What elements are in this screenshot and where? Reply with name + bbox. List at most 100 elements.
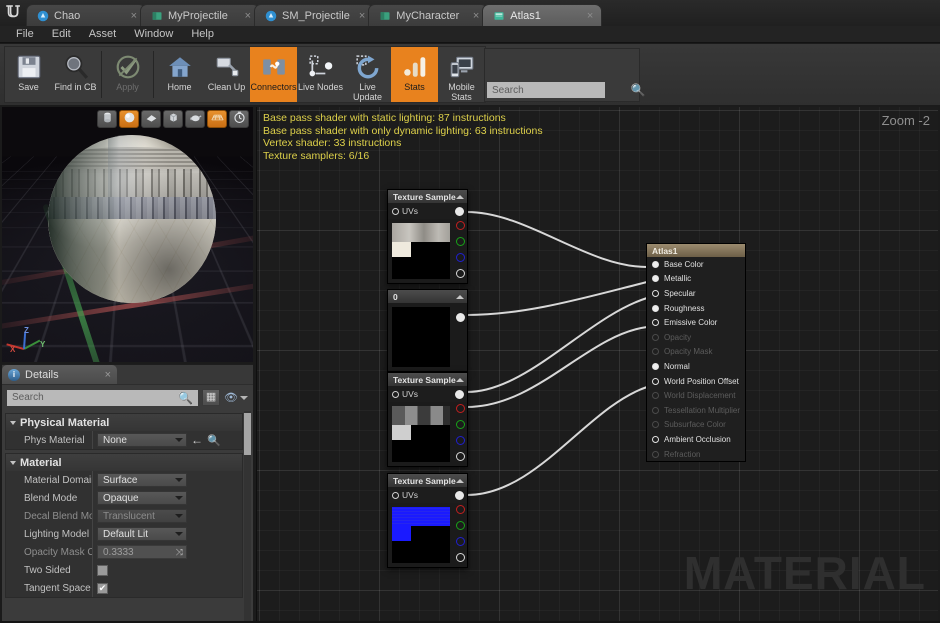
node-texture-thumbnail[interactable]: [392, 307, 450, 367]
spinner-icon[interactable]: ⤨: [176, 547, 183, 558]
realtime-toggle-button[interactable]: [229, 110, 249, 128]
toolbar-button-apply[interactable]: Apply: [104, 47, 151, 102]
search-input[interactable]: Search: [487, 82, 605, 98]
grid-toggle-button[interactable]: [207, 110, 227, 128]
tab-myprojectile[interactable]: MyProjectile ×: [140, 4, 260, 26]
eye-icon[interactable]: 👁: [224, 391, 238, 404]
output-pin-b[interactable]: [455, 436, 465, 445]
input-pin[interactable]: [652, 348, 659, 356]
toolbar-button-home[interactable]: Home: [156, 47, 203, 102]
material-input-emissive-color[interactable]: Emissive Color: [647, 315, 745, 330]
toolbar-button-clean-up[interactable]: Clean Up: [203, 47, 250, 102]
menu-item-window[interactable]: Window: [126, 27, 181, 41]
search-icon[interactable]: 🔍: [178, 391, 193, 405]
tab-close-icon[interactable]: ×: [583, 10, 593, 22]
input-pin[interactable]: [652, 333, 659, 341]
collapse-icon[interactable]: [456, 294, 464, 299]
output-pin-a[interactable]: [455, 269, 465, 278]
uv-input-pin[interactable]: [392, 207, 399, 215]
output-pin-a[interactable]: [455, 553, 465, 562]
plane-preview-button[interactable]: [141, 110, 161, 128]
node-header[interactable]: 0: [388, 290, 467, 303]
input-pin[interactable]: [652, 392, 659, 400]
section-header[interactable]: Physical Material: [6, 414, 242, 431]
uv-input-pin[interactable]: [392, 390, 399, 398]
toolbar-button-live-nodes[interactable]: Live Nodes: [297, 47, 344, 102]
output-pin-g[interactable]: [455, 237, 465, 246]
details-search-input[interactable]: Search 🔍: [7, 389, 199, 406]
material-input-opacity[interactable]: Opacity: [647, 330, 745, 345]
material-input-base-color[interactable]: Base Color: [647, 257, 745, 272]
chevron-down-icon[interactable]: [10, 460, 16, 465]
output-pin-rgb[interactable]: [455, 313, 465, 322]
texture-sample-node-2[interactable]: 0: [387, 289, 468, 372]
material-graph-canvas[interactable]: Base pass shader with static lighting: 8…: [256, 107, 938, 622]
chevron-down-icon[interactable]: [175, 532, 183, 536]
collapse-icon[interactable]: [456, 194, 464, 199]
input-pin[interactable]: [652, 406, 659, 414]
collapse-icon[interactable]: [456, 478, 464, 483]
tab-close-icon[interactable]: ×: [355, 10, 365, 22]
input-pin[interactable]: [652, 362, 659, 370]
cube-preview-button[interactable]: [163, 110, 183, 128]
chevron-down-icon[interactable]: [10, 420, 16, 425]
details-visibility-control[interactable]: 👁: [224, 391, 248, 404]
search-next-icon[interactable]: ▼: [618, 85, 627, 95]
rgb-output-pin[interactable]: [455, 389, 464, 399]
search-prev-icon[interactable]: ▲: [605, 85, 614, 95]
material-output-node[interactable]: Atlas1 Base Color Metallic Specular Roughne…: [646, 243, 746, 463]
texture-sample-node-1[interactable]: Texture Sample UVs: [387, 189, 468, 284]
input-pin[interactable]: [652, 421, 659, 429]
node-header[interactable]: Texture Sample: [388, 373, 467, 386]
material-input-specular[interactable]: Specular: [647, 286, 745, 301]
node-texture-thumbnail[interactable]: [392, 223, 450, 279]
tab-mycharacter[interactable]: MyCharacter ×: [368, 4, 489, 26]
node-texture-thumbnail[interactable]: [392, 507, 450, 563]
node-texture-thumbnail[interactable]: [392, 406, 450, 462]
material-input-world-position-offset[interactable]: World Position Offset: [647, 374, 745, 389]
details-tab-close-icon[interactable]: ×: [105, 369, 111, 381]
input-pin[interactable]: [652, 304, 659, 312]
toolbar-button-save[interactable]: Save: [5, 47, 52, 102]
texture-sample-node-3[interactable]: Texture Sample UVs: [387, 372, 468, 467]
input-pin[interactable]: [652, 450, 659, 458]
chevron-down-icon[interactable]: [175, 514, 183, 518]
material-input-tessellation-multiplier[interactable]: Tessellation Multiplier: [647, 403, 745, 418]
material-input-subsurface-color[interactable]: Subsurface Color: [647, 418, 745, 433]
menu-item-asset[interactable]: Asset: [81, 27, 125, 41]
tab-atlas1[interactable]: Atlas1 ×: [482, 4, 603, 26]
cylinder-preview-button[interactable]: [97, 110, 117, 128]
teapot-preview-button[interactable]: [185, 110, 205, 128]
toolbar-button-stats[interactable]: Stats: [391, 47, 438, 102]
tab-close-icon[interactable]: ×: [127, 10, 137, 22]
material-input-roughness[interactable]: Roughness: [647, 301, 745, 316]
output-pin-r[interactable]: [455, 221, 465, 230]
output-pin-g[interactable]: [455, 420, 465, 429]
input-pin[interactable]: [652, 289, 659, 297]
chevron-down-icon[interactable]: [175, 438, 183, 442]
uv-input-pin[interactable]: [392, 491, 399, 499]
combo-blend-mode[interactable]: Opaque: [97, 491, 187, 505]
rgb-output-pin[interactable]: [455, 490, 464, 500]
tab-close-icon[interactable]: ×: [241, 10, 251, 22]
browse-icon[interactable]: 🔍: [207, 434, 221, 447]
material-input-opacity-mask[interactable]: Opacity Mask: [647, 345, 745, 360]
output-pin-b[interactable]: [455, 253, 465, 262]
preview-sphere-mesh[interactable]: [48, 135, 216, 303]
unreal-logo-icon[interactable]: 𝕌: [0, 0, 26, 26]
menu-item-file[interactable]: File: [8, 27, 42, 41]
material-input-ambient-occlusion[interactable]: Ambient Occlusion: [647, 432, 745, 447]
checkbox-two-sided[interactable]: [97, 564, 108, 576]
input-pin[interactable]: [652, 319, 659, 327]
material-preview-viewport[interactable]: X Y Z: [2, 107, 253, 362]
back-arrow-icon[interactable]: ←: [191, 433, 203, 447]
texture-sample-node-4[interactable]: Texture Sample UVs: [387, 473, 468, 568]
material-input-refraction[interactable]: Refraction: [647, 447, 745, 462]
search-icon[interactable]: 🔍: [631, 83, 646, 97]
chevron-down-icon[interactable]: [175, 496, 183, 500]
node-header[interactable]: Texture Sample: [388, 474, 467, 487]
collapse-icon[interactable]: [456, 377, 464, 382]
menu-item-help[interactable]: Help: [183, 27, 222, 41]
menu-item-edit[interactable]: Edit: [44, 27, 79, 41]
input-pin[interactable]: [652, 435, 659, 443]
